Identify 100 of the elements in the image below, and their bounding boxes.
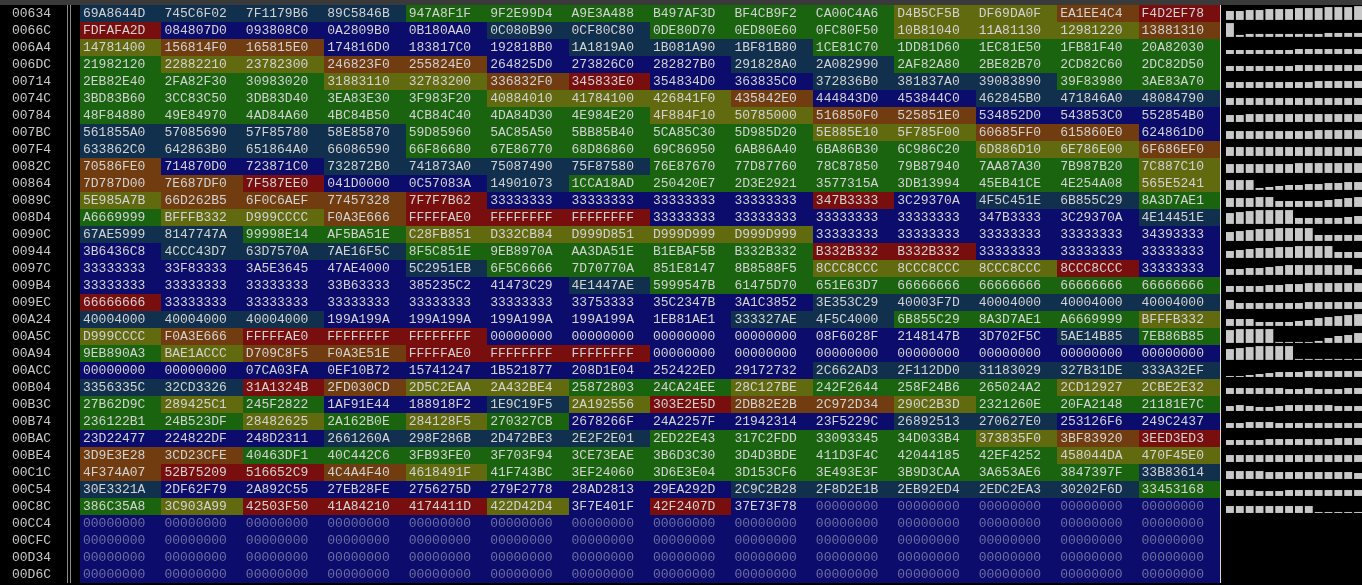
hex-cell: 651E63D7 — [812, 277, 895, 294]
hex-cell: 00000000 — [568, 549, 650, 566]
hex-cell: FFFFFAE0 — [405, 209, 488, 226]
hex-cell: 282827B0 — [650, 56, 732, 73]
hex-cell: 4E984E20 — [568, 107, 650, 124]
hex-cell: 27EB28FE — [324, 481, 406, 498]
hex-cell: 00000000 — [487, 532, 569, 549]
hex-cell: 41F743BC — [487, 464, 569, 481]
hex-cell: 615860E0 — [1057, 124, 1139, 141]
hex-cell: 561855A0 — [80, 124, 162, 141]
hex-cell: 7B987B20 — [1057, 158, 1139, 175]
hex-cell: 7D787D00 — [80, 175, 162, 192]
hex-cell: C28FB851 — [405, 226, 488, 243]
hex-cell: 70586FE0 — [80, 158, 162, 175]
hex-cell: 33333333 — [242, 277, 325, 294]
hex-cell: 246823F0 — [324, 56, 406, 73]
hex-cell: 33453168 — [1138, 481, 1220, 498]
hex-cell: 5C2951EB — [405, 260, 488, 277]
hex-cell: 34D033B4 — [894, 430, 976, 447]
address-label: 00864 — [11, 175, 51, 192]
hex-cell: 28AD2813 — [568, 481, 650, 498]
hex-cell: 373835F0 — [975, 430, 1058, 447]
hex-cell: 00000000 — [894, 515, 976, 532]
hex-cell: 33333333 — [650, 209, 732, 226]
hex-cell: 00000000 — [1138, 566, 1220, 583]
address-label: 007BC — [11, 124, 51, 141]
hex-cell: 00000000 — [812, 498, 895, 515]
hex-cell: 5D985D20 — [731, 124, 813, 141]
hex-cell: 08F6028F — [812, 328, 895, 345]
hex-cell: 270327CB — [487, 413, 569, 430]
hex-cell: 33333333 — [650, 192, 732, 209]
hex-cell: 3577315A — [812, 175, 895, 192]
hex-cell: 3C29370A — [894, 192, 976, 209]
hex-cell: 3DB83D40 — [242, 90, 325, 107]
hex-cell: 00000000 — [894, 566, 976, 583]
hex-cell: 4F5C4000 — [812, 311, 895, 328]
hex-cell: 4F374A07 — [80, 464, 162, 481]
hex-cell: D999D851 — [568, 226, 650, 243]
address-label: 00D34 — [11, 549, 51, 566]
hex-cell: D332CB84 — [487, 226, 569, 243]
hex-cell: 00000000 — [731, 328, 813, 345]
hex-cell: 33B63333 — [324, 277, 406, 294]
hex-cell: 2AF82A80 — [894, 56, 976, 73]
hex-cell: D4B5CF5B — [894, 5, 976, 22]
hex-cell: 6C986C20 — [894, 141, 976, 158]
hex-cell: 33333333 — [731, 192, 813, 209]
hex-cell: 00000000 — [568, 532, 650, 549]
hex-cell: 2A082990 — [812, 56, 895, 73]
hex-cell: 4DA84D30 — [487, 107, 569, 124]
hex-cell: 75F87580 — [568, 158, 650, 175]
hex-cell: 2CD12927 — [1057, 379, 1139, 396]
hex-cell: 45EB41CE — [975, 175, 1058, 192]
hex-cell: 31A1324B — [242, 379, 325, 396]
hex-cell: 156814F0 — [161, 39, 243, 56]
hex-cell: 2C662AD3 — [812, 362, 895, 379]
hex-cell: 0C57083A — [405, 175, 488, 192]
hex-cell: 00000000 — [1057, 549, 1139, 566]
hex-cell: 4CB84C40 — [405, 107, 488, 124]
hex-cell: 00000000 — [975, 532, 1058, 549]
hex-cell: 66666666 — [1057, 277, 1139, 294]
hex-cell: 435842E0 — [731, 90, 813, 107]
hex-cell: 745C6F02 — [161, 5, 243, 22]
address-label: 006A4 — [11, 39, 51, 56]
hex-cell: 00000000 — [1057, 498, 1139, 515]
hex-cell: 2D5C2EAA — [405, 379, 488, 396]
hex-cell: FFFFFFFF — [405, 328, 488, 345]
hex-cell: 565E5241 — [1138, 175, 1220, 192]
hex-cell: 9F2E99D4 — [487, 5, 569, 22]
hex-cell: 00000000 — [731, 549, 813, 566]
hex-cell: 273826C0 — [568, 56, 650, 73]
hex-cell: 4E254A08 — [1057, 175, 1139, 192]
hex-cell: 00000000 — [650, 515, 732, 532]
address-label: 00B04 — [11, 379, 51, 396]
hex-cell: 4C4A4F40 — [324, 464, 406, 481]
hex-cell: 5E885E10 — [812, 124, 895, 141]
hex-cell: 33333333 — [487, 192, 569, 209]
hex-cell: 2D3E2921 — [731, 175, 813, 192]
hex-cell: 15741247 — [405, 362, 488, 379]
hex-cell: 3356335C — [80, 379, 162, 396]
hex-cell: 4BC84B50 — [324, 107, 406, 124]
hex-cell: D999D999 — [731, 226, 813, 243]
hex-cell: 0C080B90 — [487, 22, 569, 39]
hex-cell: 00000000 — [324, 566, 406, 583]
hex-cell: FFFFFAE0 — [242, 328, 325, 345]
address-label: 0089C — [11, 192, 51, 209]
hex-cell: 00000000 — [975, 566, 1058, 583]
hex-cell: 00000000 — [650, 549, 732, 566]
hex-cell: 3FB93FE0 — [405, 447, 488, 464]
hex-cell: 33333333 — [812, 209, 895, 226]
hex-cell: 41784100 — [568, 90, 650, 107]
hex-cell: 2FD030CD — [324, 379, 406, 396]
hex-cell: 249C2437 — [1138, 413, 1220, 430]
hex-cell: 00000000 — [650, 532, 732, 549]
hex-cell: 2FA82F30 — [161, 73, 243, 90]
hex-cell: 041D0000 — [324, 175, 406, 192]
hex-cell: 00000000 — [161, 549, 243, 566]
hex-cell: 4F5C451E — [975, 192, 1058, 209]
hex-cell: 333327AE — [731, 311, 813, 328]
hex-cell: 1EB81AE1 — [650, 311, 732, 328]
hex-cell: 77457328 — [324, 192, 406, 209]
